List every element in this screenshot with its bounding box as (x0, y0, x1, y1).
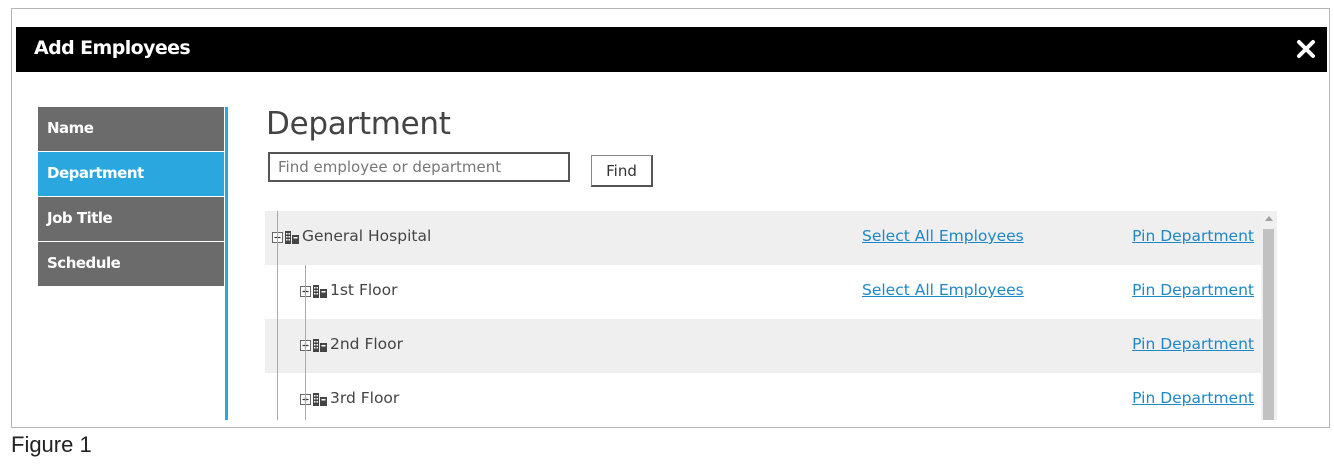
nav-item-name[interactable]: Name (38, 107, 224, 151)
tree-row-label: General Hospital (302, 227, 432, 245)
tree-row-label: 3rd Floor (330, 389, 400, 407)
tree-row: 1st Floor Select All Employees Pin Depar… (265, 265, 1261, 319)
nav-item-label: Schedule (47, 254, 121, 272)
close-icon[interactable] (1293, 36, 1319, 62)
dialog-titlebar: Add Employees (16, 27, 1327, 72)
tree-row-label: 2nd Floor (330, 335, 404, 353)
figure-caption: Figure 1 (11, 432, 92, 457)
select-all-employees-link[interactable]: Select All Employees (862, 281, 1024, 299)
tree-row: 3rd Floor Pin Department (265, 373, 1261, 420)
scroll-thumb[interactable] (1263, 229, 1274, 420)
find-button[interactable]: Find (591, 155, 653, 187)
department-tree: General Hospital Select All Employees Pi… (265, 211, 1277, 420)
nav-item-department[interactable]: Department (38, 152, 224, 196)
building-icon (313, 393, 327, 406)
search-input[interactable] (268, 152, 570, 182)
scroll-up-icon[interactable] (1265, 215, 1273, 221)
tree-row: General Hospital Select All Employees Pi… (265, 211, 1261, 265)
nav-item-job-title[interactable]: Job Title (38, 197, 224, 241)
tree-scrollbar[interactable] (1261, 211, 1277, 420)
tree-row: 2nd Floor Pin Department (265, 319, 1261, 373)
page-title: Department (266, 106, 451, 142)
pin-department-link[interactable]: Pin Department (1132, 389, 1254, 407)
select-all-employees-link[interactable]: Select All Employees (862, 227, 1024, 245)
tree-connector-line (305, 265, 306, 420)
nav-item-label: Job Title (47, 209, 113, 227)
pin-department-link[interactable]: Pin Department (1132, 281, 1254, 299)
building-icon (313, 339, 327, 352)
building-icon (313, 285, 327, 298)
nav-item-schedule[interactable]: Schedule (38, 242, 224, 286)
section-nav: Name Department Job Title Schedule (38, 107, 224, 287)
nav-item-label: Name (47, 119, 94, 137)
nav-item-label: Department (47, 164, 144, 182)
nav-divider (225, 107, 228, 420)
building-icon (285, 231, 299, 244)
pin-department-link[interactable]: Pin Department (1132, 335, 1254, 353)
tree-row-label: 1st Floor (330, 281, 398, 299)
pin-department-link[interactable]: Pin Department (1132, 227, 1254, 245)
dialog-title: Add Employees (34, 37, 191, 59)
tree-connector-line (277, 211, 278, 420)
